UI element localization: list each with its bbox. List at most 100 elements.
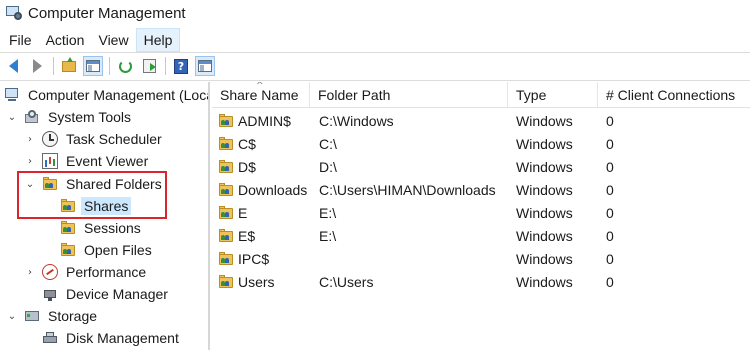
column-header-type[interactable]: Type bbox=[508, 82, 598, 108]
cell-client-connections: 0 bbox=[606, 270, 614, 293]
toolbar-separator bbox=[109, 57, 110, 75]
properties-view-icon bbox=[198, 60, 212, 72]
cell-folder-path: E:\ bbox=[319, 201, 336, 224]
cell-client-connections: 0 bbox=[606, 247, 614, 270]
tree-label: Task Scheduler bbox=[66, 131, 162, 147]
shared-folder-icon bbox=[218, 182, 234, 198]
menu-action[interactable]: Action bbox=[39, 29, 92, 51]
tree-label: Open Files bbox=[84, 242, 152, 258]
tree-item-computer-management[interactable]: Computer Management (Local) bbox=[4, 84, 210, 106]
title-bar: Computer Management bbox=[0, 0, 750, 26]
client-connections: 0 bbox=[606, 158, 614, 175]
share-name: ADMIN$ bbox=[238, 112, 291, 129]
cell-type: Windows bbox=[516, 270, 573, 293]
menu-help[interactable]: Help bbox=[135, 28, 181, 52]
chevron-right-icon[interactable]: › bbox=[24, 133, 36, 145]
chevron-right-icon[interactable]: › bbox=[24, 266, 36, 278]
table-row[interactable]: E$ E:\ Windows 0 bbox=[212, 224, 750, 247]
computer-icon bbox=[4, 87, 20, 103]
tree-label: Shares bbox=[81, 197, 132, 215]
cell-share-name: D$ bbox=[218, 155, 256, 178]
column-header-folder-path[interactable]: Folder Path bbox=[310, 82, 508, 108]
menu-file[interactable]: File bbox=[2, 29, 39, 51]
forward-button[interactable] bbox=[27, 56, 47, 76]
back-arrow-icon bbox=[8, 59, 18, 73]
tree-item-performance[interactable]: › Performance bbox=[24, 261, 149, 283]
tree-item-sessions[interactable]: Sessions bbox=[60, 217, 144, 239]
up-folder-icon bbox=[62, 56, 76, 72]
shared-folder-icon bbox=[60, 220, 76, 236]
tree-item-system-tools[interactable]: ⌄ System Tools bbox=[6, 106, 134, 128]
tree-label: Disk Management bbox=[66, 330, 179, 346]
tree-item-open-files[interactable]: Open Files bbox=[60, 239, 155, 261]
cell-type: Windows bbox=[516, 178, 573, 201]
cell-type: Windows bbox=[516, 155, 573, 178]
menu-view[interactable]: View bbox=[91, 29, 135, 51]
tree-label: Performance bbox=[66, 264, 147, 280]
refresh-button[interactable] bbox=[115, 56, 135, 76]
table-row[interactable]: Users C:\Users Windows 0 bbox=[212, 270, 750, 293]
column-label: Folder Path bbox=[318, 87, 391, 103]
client-connections: 0 bbox=[606, 204, 614, 221]
up-one-level-button[interactable] bbox=[59, 56, 79, 76]
properties-view-button[interactable] bbox=[195, 56, 215, 76]
back-button[interactable] bbox=[3, 56, 23, 76]
shared-folder-icon bbox=[218, 113, 234, 129]
table-row[interactable]: ADMIN$ C:\Windows Windows 0 bbox=[212, 109, 750, 132]
table-row[interactable]: IPC$ Windows 0 bbox=[212, 247, 750, 270]
share-type: Windows bbox=[516, 204, 573, 221]
column-label: # Client Connections bbox=[606, 87, 736, 103]
shared-folder-icon bbox=[60, 198, 76, 214]
folder-path: C:\Users\HIMAN\Downloads bbox=[319, 181, 496, 198]
help-button[interactable]: ? bbox=[171, 56, 191, 76]
share-name: E bbox=[238, 204, 248, 221]
tree-item-event-viewer[interactable]: › Event Viewer bbox=[24, 150, 151, 172]
tree-item-shares[interactable]: Shares bbox=[60, 195, 132, 217]
export-list-button[interactable] bbox=[139, 56, 159, 76]
column-label: Type bbox=[516, 87, 547, 103]
storage-icon bbox=[24, 308, 40, 324]
table-row[interactable]: D$ D:\ Windows 0 bbox=[212, 155, 750, 178]
column-header-client-connections[interactable]: # Client Connections bbox=[598, 82, 750, 108]
cell-folder-path: C:\Users\HIMAN\Downloads bbox=[319, 178, 496, 201]
tree-label: Computer Management (Local) bbox=[28, 87, 210, 103]
share-name: C$ bbox=[238, 135, 256, 152]
column-header-share-name[interactable]: ^ Share Name bbox=[212, 82, 310, 108]
console-tree: Computer Management (Local) ⌄ System Too… bbox=[0, 82, 210, 350]
tree-label: Storage bbox=[48, 308, 98, 324]
cell-share-name: E bbox=[218, 201, 247, 224]
folder-path: D:\ bbox=[319, 158, 337, 175]
sort-ascending-icon: ^ bbox=[256, 82, 264, 91]
folder-path: E:\ bbox=[319, 204, 337, 221]
share-type: Windows bbox=[516, 273, 573, 290]
tree-label: Device Manager bbox=[66, 286, 168, 302]
tree-item-storage[interactable]: ⌄ Storage bbox=[6, 305, 100, 327]
show-hide-console-tree-button[interactable] bbox=[83, 56, 103, 76]
client-connections: 0 bbox=[606, 227, 614, 244]
shared-folder-icon bbox=[218, 251, 234, 267]
performance-icon bbox=[42, 264, 58, 280]
cell-type: Windows bbox=[516, 132, 573, 155]
window-title: Computer Management bbox=[28, 4, 186, 22]
client-connections: 0 bbox=[606, 135, 614, 152]
shared-folder-icon bbox=[218, 159, 234, 175]
tree-item-task-scheduler[interactable]: › Task Scheduler bbox=[24, 128, 165, 150]
table-row[interactable]: C$ C:\ Windows 0 bbox=[212, 132, 750, 155]
shares-list: ^ Share Name Folder Path Type # Client C… bbox=[212, 82, 750, 350]
chevron-down-icon[interactable]: ⌄ bbox=[6, 111, 18, 123]
chevron-right-icon[interactable]: › bbox=[24, 155, 36, 167]
table-row[interactable]: Downloads C:\Users\HIMAN\Downloads Windows… bbox=[212, 178, 750, 201]
shared-folder-icon bbox=[60, 242, 76, 258]
event-viewer-icon bbox=[42, 153, 58, 169]
tree-item-shared-folders[interactable]: ⌄ Shared Folders bbox=[24, 173, 165, 195]
tree-item-disk-management[interactable]: Disk Management bbox=[42, 327, 182, 349]
tree-item-device-manager[interactable]: Device Manager bbox=[42, 283, 171, 305]
table-row[interactable]: E E:\ Windows 0 bbox=[212, 201, 750, 224]
cell-type: Windows bbox=[516, 109, 573, 132]
system-tools-icon bbox=[24, 109, 40, 125]
cell-share-name: E$ bbox=[218, 224, 255, 247]
chevron-down-icon[interactable]: ⌄ bbox=[24, 178, 36, 190]
chevron-down-icon[interactable]: ⌄ bbox=[6, 310, 18, 322]
tree-label: System Tools bbox=[48, 109, 131, 125]
share-name: E$ bbox=[238, 227, 256, 244]
